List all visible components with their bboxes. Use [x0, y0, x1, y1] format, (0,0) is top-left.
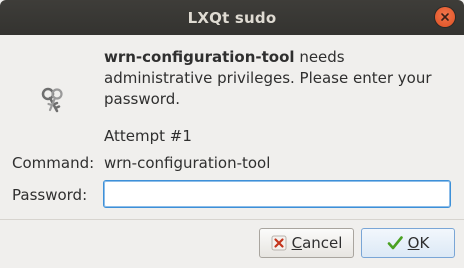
password-field[interactable] [103, 180, 451, 208]
keys-icon [41, 87, 63, 113]
password-label: Password: [12, 186, 88, 204]
close-button[interactable] [435, 7, 455, 27]
title-bar[interactable]: LXQt sudo [0, 0, 464, 35]
separator [0, 219, 464, 220]
command-label: Command: [12, 154, 95, 172]
command-value: wrn-configuration-tool [104, 154, 271, 172]
checkmark-icon [387, 236, 403, 250]
program-name: wrn-configuration-tool [104, 48, 295, 66]
cancel-icon [271, 235, 287, 251]
attempt-counter: Attempt #1 [104, 127, 192, 145]
ok-label: OK [407, 234, 430, 252]
window-title: LXQt sudo [187, 8, 277, 27]
ok-button[interactable]: OK [361, 228, 455, 258]
cancel-label: Cancel [291, 234, 343, 252]
cancel-button[interactable]: Cancel [259, 228, 354, 258]
dialog-body: wrn-configuration-tool needs administrat… [0, 35, 464, 268]
close-icon [441, 13, 449, 21]
prompt-message: wrn-configuration-tool needs administrat… [104, 47, 454, 110]
